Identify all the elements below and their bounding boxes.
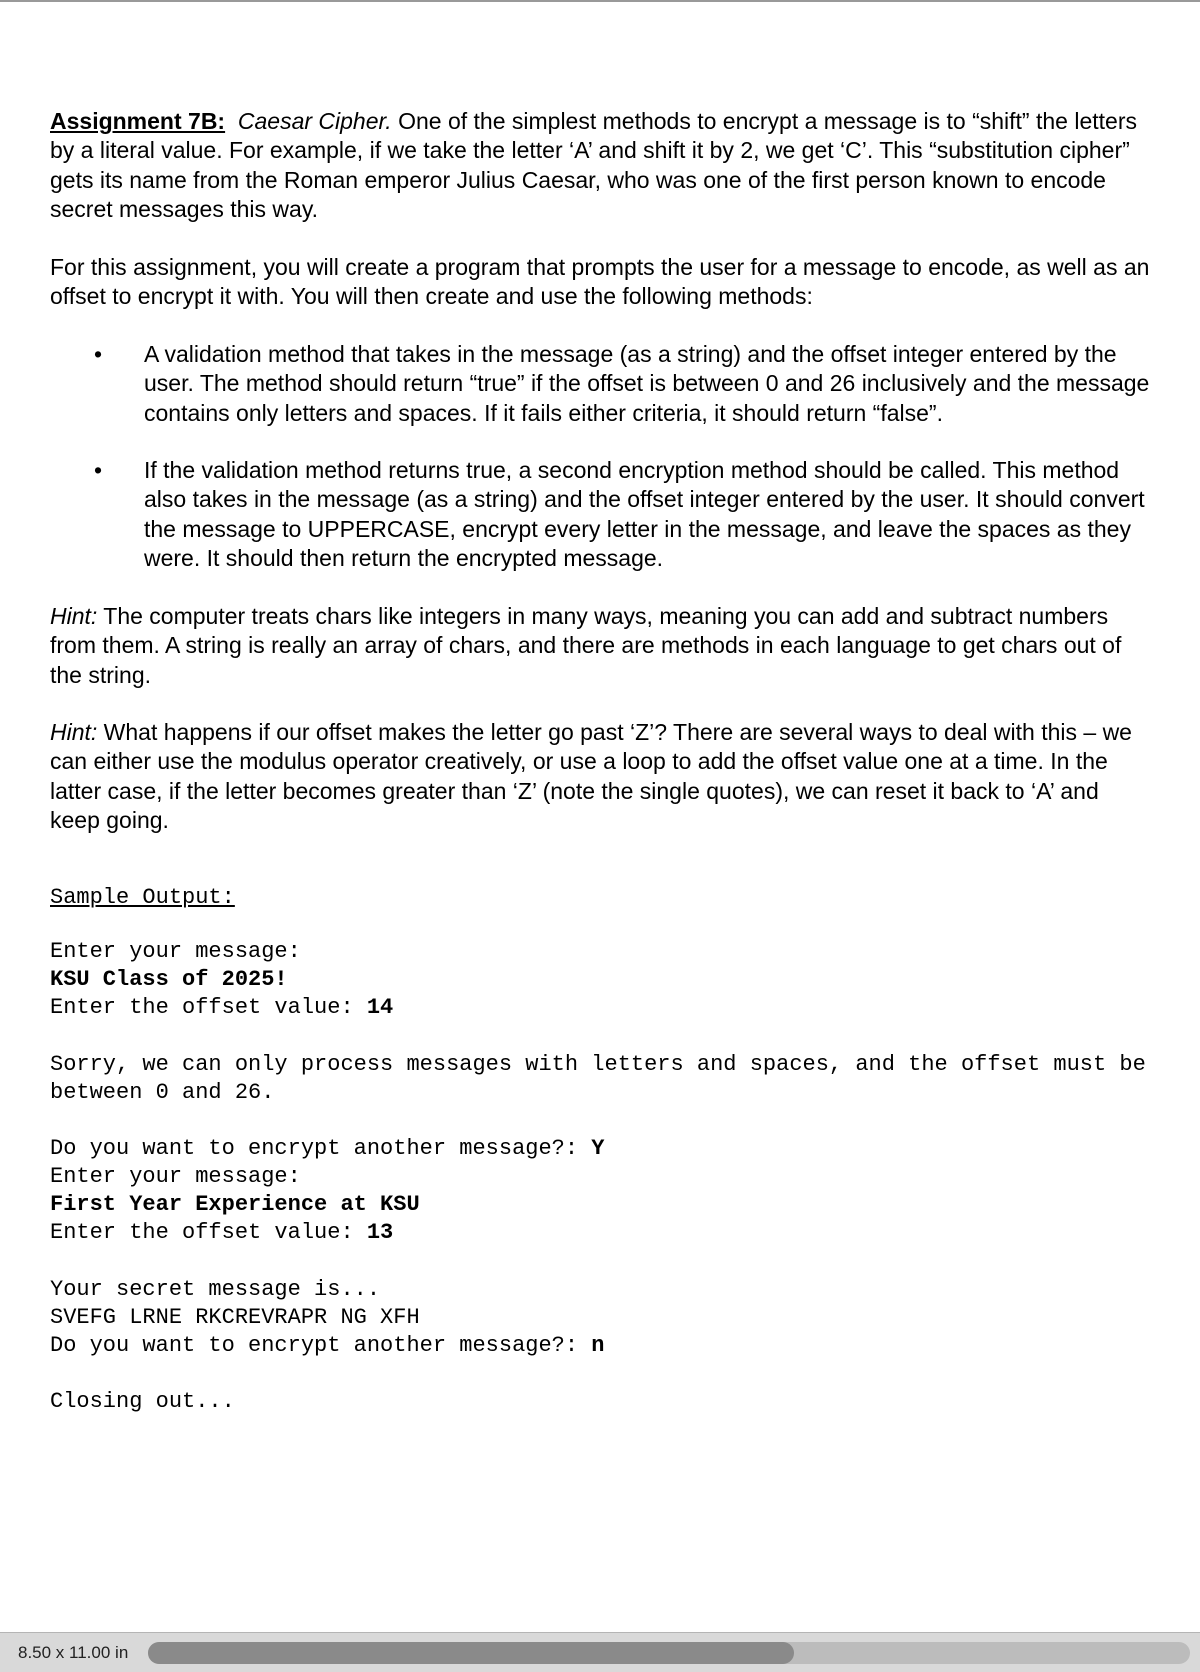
sample-output-block: Enter your message: KSU Class of 2025! E… xyxy=(50,938,1150,1417)
sample-line: Do you want to encrypt another message?: xyxy=(50,1333,591,1358)
sample-user-input: First Year Experience at KSU xyxy=(50,1192,420,1217)
sample-line: Enter the offset value: xyxy=(50,995,367,1020)
horizontal-scrollbar[interactable] xyxy=(148,1642,1190,1664)
page-dimensions-label: 8.50 x 11.00 in xyxy=(0,1643,142,1663)
hint-label: Hint: xyxy=(50,719,97,745)
assignment-title: Assignment 7B: xyxy=(50,108,225,134)
scrollbar-thumb[interactable] xyxy=(148,1642,794,1664)
sample-line: Sorry, we can only process messages with… xyxy=(50,1052,1159,1105)
sample-line: SVEFG LRNE RKCREVRAPR NG XFH xyxy=(50,1305,420,1330)
sample-line: Enter your message: xyxy=(50,939,301,964)
sample-line: Your secret message is... xyxy=(50,1277,380,1302)
hint-text: The computer treats chars like integers … xyxy=(50,603,1121,688)
hint-text: What happens if our offset makes the let… xyxy=(50,719,1132,833)
document-page: Assignment 7B: Caesar Cipher. One of the… xyxy=(0,2,1200,1457)
hint-paragraph-1: Hint: The computer treats chars like int… xyxy=(50,602,1150,690)
sample-user-input: KSU Class of 2025! xyxy=(50,967,288,992)
sample-user-input: Y xyxy=(591,1136,604,1161)
sample-user-input: 14 xyxy=(367,995,393,1020)
sample-line: Do you want to encrypt another message?: xyxy=(50,1136,591,1161)
hint-paragraph-2: Hint: What happens if our offset makes t… xyxy=(50,718,1150,836)
hint-label: Hint: xyxy=(50,603,97,629)
sample-line: Enter the offset value: xyxy=(50,1220,367,1245)
list-item: A validation method that takes in the me… xyxy=(94,340,1150,428)
list-item: If the validation method returns true, a… xyxy=(94,456,1150,574)
sample-line: Closing out... xyxy=(50,1389,235,1414)
instructions-paragraph: For this assignment, you will create a p… xyxy=(50,253,1150,312)
status-bar: 8.50 x 11.00 in xyxy=(0,1632,1200,1672)
sample-user-input: n xyxy=(591,1333,604,1358)
sample-line: Enter your message: xyxy=(50,1164,301,1189)
assignment-subtitle: Caesar Cipher. xyxy=(238,108,392,134)
requirements-list: A validation method that takes in the me… xyxy=(50,340,1150,574)
document-viewer: Assignment 7B: Caesar Cipher. One of the… xyxy=(0,0,1200,1632)
sample-output-heading: Sample Output: xyxy=(50,884,1150,912)
intro-paragraph: Assignment 7B: Caesar Cipher. One of the… xyxy=(50,107,1150,225)
sample-user-input: 13 xyxy=(367,1220,393,1245)
